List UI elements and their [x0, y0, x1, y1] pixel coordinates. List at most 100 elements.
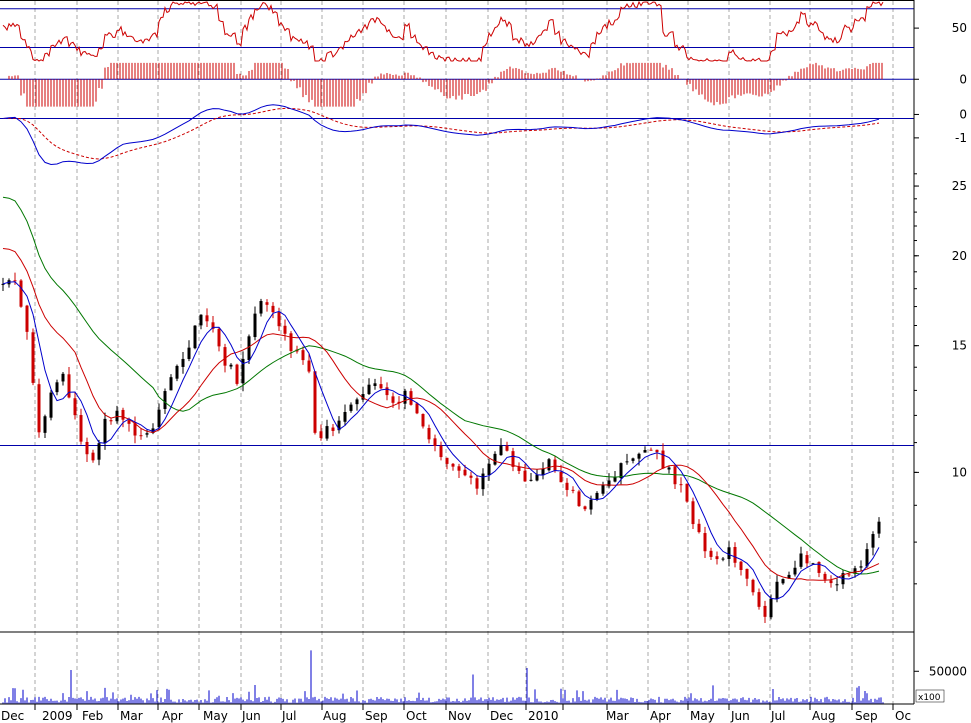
- candle-body: [709, 550, 713, 557]
- candle-body: [493, 453, 497, 465]
- candle-body: [667, 467, 671, 470]
- candle-body: [631, 458, 635, 461]
- candle-29: [175, 364, 179, 382]
- candle-body: [739, 561, 743, 570]
- candle-body: [349, 404, 353, 411]
- candle-body: [793, 567, 797, 575]
- candle-52: [313, 371, 317, 435]
- x-tick-label-3: Mar: [120, 709, 143, 723]
- candle-body: [769, 598, 773, 618]
- candle-body: [721, 558, 725, 560]
- candle-body: [799, 553, 803, 567]
- candle-body: [373, 383, 377, 386]
- candle-body: [601, 484, 605, 494]
- candle-body: [547, 459, 551, 471]
- candle-body: [145, 433, 149, 435]
- candle-body: [685, 483, 689, 502]
- candle-body: [697, 523, 701, 533]
- chart-background: [0, 0, 971, 723]
- candle-body: [589, 499, 593, 510]
- candle-body: [235, 364, 239, 384]
- candle-body: [829, 580, 833, 584]
- candle-body: [649, 449, 653, 451]
- candle-body: [73, 398, 77, 416]
- candle-body: [103, 418, 107, 444]
- candle-3: [19, 279, 23, 308]
- candle-body: [391, 396, 395, 403]
- candle-body: [325, 426, 329, 439]
- candle-body: [283, 325, 287, 334]
- price-tick-label-0: 25: [952, 179, 967, 193]
- candle-body: [439, 445, 443, 458]
- candle-body: [751, 579, 755, 593]
- oscillator-tick-label-0: 50: [952, 21, 967, 35]
- candle-body: [367, 384, 371, 395]
- candle-body: [403, 390, 407, 404]
- candle-body: [805, 555, 809, 564]
- candle-body: [637, 453, 641, 459]
- x-tick-label-18: Jul: [770, 709, 785, 723]
- candle-body: [571, 489, 575, 491]
- candle-body: [535, 474, 539, 481]
- x-tick-label-16: May: [690, 709, 715, 723]
- candle-body: [625, 461, 629, 463]
- candle-body: [307, 360, 311, 372]
- candle-32: [193, 325, 197, 350]
- x-tick-label-12: Dec: [490, 709, 513, 723]
- candle-body: [655, 449, 659, 453]
- histogram-tick-label-0: 0: [959, 72, 967, 86]
- candle-body: [835, 584, 839, 586]
- stock-chart: 50 0 0 -1 25 20 15 10 50000 x100 Dec 2009 Feb Mar Apr…: [0, 0, 971, 723]
- price-tick-label-1: 20: [952, 249, 967, 263]
- x-tick-label-5: May: [203, 709, 228, 723]
- candle-body: [157, 409, 161, 428]
- candle-114: [685, 483, 689, 503]
- candle-body: [451, 463, 455, 467]
- candle-body: [433, 438, 437, 446]
- candle-body: [847, 574, 851, 576]
- candle-body: [31, 332, 35, 383]
- candle-body: [871, 534, 875, 548]
- candle-body: [499, 445, 503, 456]
- candle-body: [415, 403, 419, 414]
- candle-body: [355, 399, 359, 405]
- candle-body: [139, 435, 143, 437]
- candle-body: [61, 373, 65, 382]
- candle-body: [703, 533, 707, 552]
- candle-body: [331, 427, 335, 431]
- x-tick-label-10: Oct: [406, 709, 427, 723]
- candle-body: [259, 301, 263, 314]
- candle-body: [409, 391, 413, 405]
- candle-body: [421, 414, 425, 427]
- candle-body: [517, 467, 521, 471]
- candle-body: [487, 463, 491, 475]
- candle-body: [37, 384, 41, 433]
- candle-6: [37, 378, 41, 438]
- x-tick-label-15: Apr: [650, 709, 671, 723]
- candle-body: [163, 391, 167, 409]
- x-tick-label-11: Nov: [448, 709, 471, 723]
- x-tick-label-1: 2009: [42, 709, 73, 723]
- candle-body: [427, 428, 431, 440]
- candle-body: [25, 305, 29, 332]
- x-tick-label-14: Mar: [606, 709, 629, 723]
- candle-body: [169, 377, 173, 391]
- x-tick-label-19: Aug: [812, 709, 835, 723]
- candle-body: [553, 459, 557, 471]
- candle-body: [775, 581, 779, 599]
- x-tick-label-20: Sep: [855, 709, 878, 723]
- candle-body: [79, 415, 83, 442]
- candle-body: [565, 482, 569, 490]
- candle-body: [691, 501, 695, 525]
- candle-body: [523, 470, 527, 482]
- candle-body: [229, 364, 233, 367]
- candle-body: [223, 347, 227, 366]
- candle-body: [187, 347, 191, 360]
- candle-body: [727, 547, 731, 560]
- candle-body: [481, 473, 485, 490]
- candle-body: [715, 556, 719, 560]
- candle-body: [19, 280, 23, 307]
- x-tick-label-7: Jul: [281, 709, 296, 723]
- candle-body: [49, 392, 53, 418]
- x-tick-label-4: Apr: [162, 709, 183, 723]
